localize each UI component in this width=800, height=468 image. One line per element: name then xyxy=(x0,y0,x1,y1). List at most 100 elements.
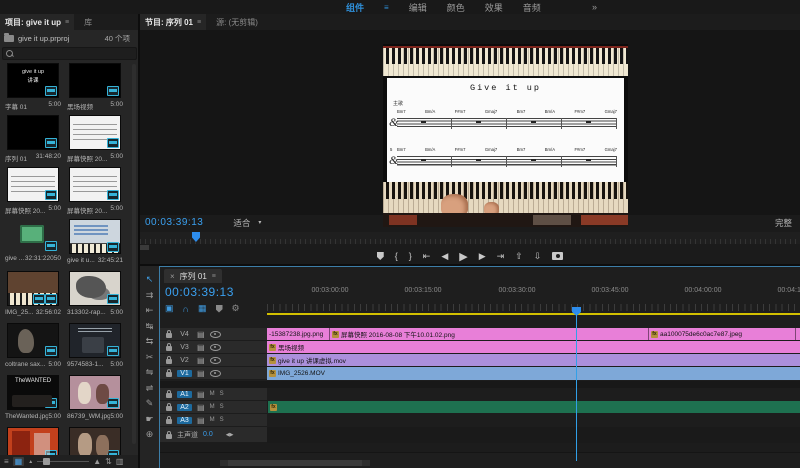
rate-stretch-tool[interactable]: ⇆ xyxy=(146,336,154,347)
search-input[interactable] xyxy=(2,47,137,60)
play-button[interactable]: ▶ xyxy=(459,250,467,263)
go-to-in-button[interactable]: ⇤ xyxy=(423,251,431,262)
lock-icon[interactable] xyxy=(166,419,172,424)
sequence-thumbnail[interactable] xyxy=(7,115,59,150)
project-item[interactable]: TheWANTED TheWanted.jpg5:00 xyxy=(4,375,62,425)
insert-as-nest-toggle[interactable]: ▣ xyxy=(165,303,174,314)
workspace-overflow-icon[interactable]: » xyxy=(592,2,597,12)
workspace-tab-audio[interactable]: 音频 xyxy=(523,1,541,14)
timeline-clip[interactable]: -15387238.jpg.png xyxy=(267,328,330,340)
timeline-clip[interactable]: fxaa100075de6c0ac7e87.jpeg xyxy=(649,328,796,340)
timeline-timecode[interactable]: 00:03:39:13 xyxy=(165,285,234,299)
project-item[interactable]: 屏幕快照 20...5:00 xyxy=(66,115,124,165)
lock-icon[interactable] xyxy=(166,406,172,411)
clip-thumbnail[interactable] xyxy=(69,219,121,254)
track-target-a3[interactable]: A3 xyxy=(177,417,192,424)
solo-button[interactable]: S xyxy=(220,391,224,397)
clip-thumbnail[interactable]: give it up讲课 xyxy=(7,63,59,98)
lock-icon[interactable] xyxy=(166,333,172,338)
image-thumbnail[interactable] xyxy=(7,323,59,358)
workspace-tab-assembly[interactable]: 组件 xyxy=(346,1,364,14)
lock-icon[interactable] xyxy=(166,346,172,351)
slide-tool[interactable]: ⇌ xyxy=(146,383,154,394)
track-output-eye-icon[interactable] xyxy=(210,344,221,351)
track-target-a1[interactable]: A1 xyxy=(177,391,192,398)
zoom-out-icon[interactable]: ▲ xyxy=(28,459,33,465)
snap-toggle[interactable]: ∩ xyxy=(183,304,189,314)
project-item[interactable]: IMG_25...32:56:02 xyxy=(4,271,62,321)
work-area-bar[interactable] xyxy=(267,313,800,315)
clip-thumbnail[interactable] xyxy=(7,167,59,202)
sync-lock-icon[interactable]: ▤ xyxy=(197,403,205,412)
track-target-v4[interactable]: V4 xyxy=(177,331,192,338)
lift-button[interactable]: ⇧ xyxy=(515,251,523,262)
monitor-time-ruler[interactable] xyxy=(140,232,800,244)
zoom-level-dropdown[interactable]: 适合 ▾ xyxy=(233,217,261,229)
timeline-clip[interactable]: fxgive it up 讲课虚拟.mov xyxy=(267,354,800,366)
tab-project[interactable]: 项目: give it up ≡ xyxy=(0,14,74,30)
workspace-tab-effects[interactable]: 效果 xyxy=(485,1,503,14)
hand-tool[interactable]: ☛ xyxy=(145,414,153,425)
list-view-button[interactable]: ≡ xyxy=(4,457,9,466)
workspace-tab-editing[interactable]: 编辑 xyxy=(409,1,427,14)
mute-button[interactable]: M xyxy=(210,404,215,410)
solo-button[interactable]: S xyxy=(220,404,224,410)
project-file-name[interactable]: give it up.prproj xyxy=(18,34,69,43)
close-icon[interactable]: × xyxy=(170,272,175,281)
timeline-ruler[interactable]: 00:03:00:00 00:03:15:00 00:03:30:00 00:0… xyxy=(267,283,800,313)
audio-thumbnail[interactable] xyxy=(8,219,58,252)
keyframe-nav-icon[interactable]: ◀▶ xyxy=(226,432,234,438)
clip-thumbnail[interactable] xyxy=(69,115,121,150)
mute-button[interactable]: M xyxy=(210,417,215,423)
project-scrollbar[interactable] xyxy=(132,64,136,444)
step-forward-button[interactable]: ▶ xyxy=(479,251,486,262)
go-to-out-button[interactable]: ⇥ xyxy=(497,251,505,262)
mute-button[interactable]: M xyxy=(210,391,215,397)
panel-menu-icon[interactable]: ≡ xyxy=(65,19,69,26)
clip-thumbnail[interactable] xyxy=(7,271,59,306)
project-item[interactable]: give ...32:31:22050 xyxy=(4,219,62,269)
grid-view-button[interactable]: ▦ xyxy=(13,457,25,466)
track-target-v1[interactable]: V1 xyxy=(177,370,192,377)
project-item[interactable]: 屏幕快照 20...5:00 xyxy=(66,167,124,217)
add-marker-button[interactable] xyxy=(377,252,384,260)
slip-tool[interactable]: ⇋ xyxy=(146,367,154,378)
project-item[interactable]: give it u...32:45:21 xyxy=(66,219,124,269)
slider-handle[interactable] xyxy=(43,458,50,465)
clip-thumbnail[interactable] xyxy=(69,63,121,98)
image-thumbnail[interactable] xyxy=(69,271,121,306)
sequence-tab[interactable]: × 序列 01 ≡ xyxy=(164,269,222,283)
pen-tool[interactable]: ✎ xyxy=(146,398,154,409)
sync-lock-icon[interactable]: ▤ xyxy=(197,343,205,352)
project-item[interactable]: 黑场视频5:00 xyxy=(66,63,124,113)
ripple-edit-tool[interactable]: ⇤ xyxy=(146,305,154,316)
track-target-a2[interactable]: A2 xyxy=(177,404,192,411)
project-item[interactable]: 9574583-1...5:00 xyxy=(66,323,124,373)
sort-button[interactable]: ⇅ xyxy=(105,457,112,466)
project-item[interactable]: give it up讲课 字幕 015:00 xyxy=(4,63,62,113)
timeline-horizontal-scrollbar[interactable] xyxy=(220,460,370,466)
playback-resolution-dropdown[interactable]: 完整 xyxy=(775,217,792,229)
workspace-menu-icon[interactable]: ≡ xyxy=(384,3,389,12)
add-marker-button[interactable] xyxy=(216,305,223,313)
master-volume-value[interactable]: 0.0 xyxy=(203,431,213,438)
audio-clip[interactable]: fx xyxy=(268,401,800,413)
project-item[interactable]: 86739_WM.jpg5:00 xyxy=(66,375,124,425)
workspace-tab-color[interactable]: 颜色 xyxy=(447,1,465,14)
automate-to-sequence-button[interactable]: ▥ xyxy=(116,457,124,466)
lock-icon[interactable] xyxy=(166,393,172,398)
lock-icon[interactable] xyxy=(166,359,172,364)
extract-button[interactable]: ⇩ xyxy=(534,251,542,262)
project-item[interactable]: coltrane sax...5:00 xyxy=(4,323,62,373)
solo-button[interactable]: S xyxy=(220,417,224,423)
tab-source[interactable]: 源: (无剪辑) xyxy=(206,17,268,28)
clip-thumbnail[interactable] xyxy=(69,167,121,202)
track-target-v2[interactable]: V2 xyxy=(177,357,192,364)
rolling-edit-tool[interactable]: ↹ xyxy=(146,321,154,332)
track-select-forward-tool[interactable]: ⇉ xyxy=(146,290,154,301)
step-back-button[interactable]: ◀ xyxy=(441,251,448,262)
mark-in-button[interactable]: { xyxy=(395,251,398,261)
video-audio-divider[interactable] xyxy=(160,381,800,388)
image-thumbnail[interactable]: TheWANTED xyxy=(7,375,59,410)
lock-icon[interactable] xyxy=(166,434,172,439)
